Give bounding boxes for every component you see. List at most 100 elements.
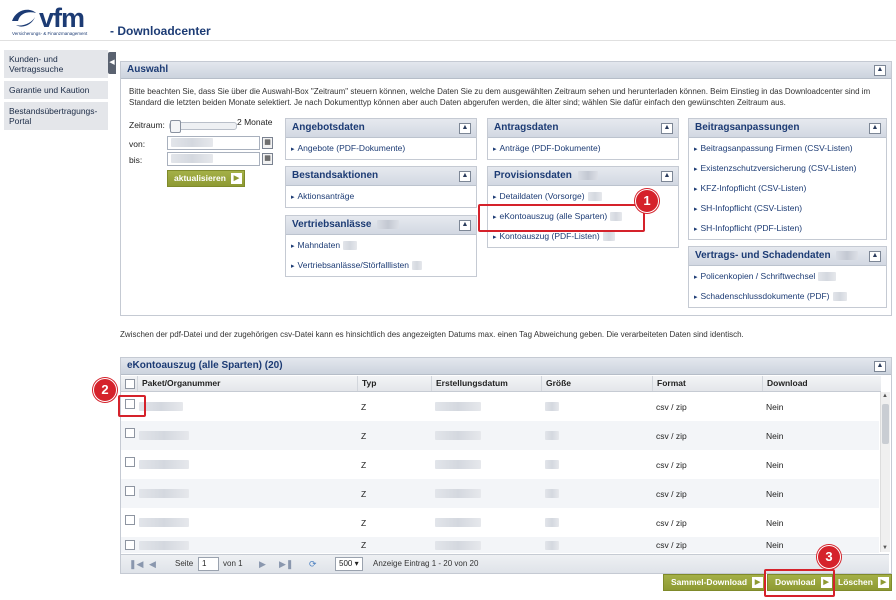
row-checkbox[interactable] xyxy=(125,428,135,438)
table-header-row: Paket/Organummer Typ Erstellungsdatum Gr… xyxy=(121,376,881,392)
page-title: - Downloadcenter xyxy=(110,24,211,38)
column-header-typ[interactable]: Typ xyxy=(357,376,429,391)
link-existenzschutz[interactable]: Existenzschutzversicherung (CSV-Listen) xyxy=(689,158,886,178)
app-header: vfm Versicherungs- & Finanzmanagement - … xyxy=(0,0,896,41)
table-row[interactable]: Z csv / zip Nein xyxy=(121,450,879,479)
redacted-text xyxy=(377,219,400,229)
date-value xyxy=(435,431,481,440)
category-beitragsanpassungen: Beitragsanpassungen ▲ Beitragsanpassung … xyxy=(688,118,887,240)
download-cell: Nein xyxy=(766,540,784,550)
bis-date-field[interactable]: ▦ xyxy=(167,152,273,166)
sidebar-item-garantie[interactable]: Garantie und Kaution xyxy=(4,81,108,99)
prev-page-icon[interactable]: ◀ xyxy=(149,558,156,570)
page-number-input[interactable]: 1 xyxy=(198,557,219,571)
redacted-text xyxy=(836,250,859,260)
category-vertrags-schadendaten: Vertrags- und Schadendaten ▲ Policenkopi… xyxy=(688,246,887,308)
collapse-icon[interactable]: ▲ xyxy=(459,123,471,134)
link-angebote-pdf[interactable]: Angebote (PDF-Dokumente) xyxy=(286,138,476,158)
sidebar-item-kundensuche[interactable]: Kunden- und Vertragssuche xyxy=(4,50,108,78)
link-schadenschlussdokumente[interactable]: Schadenschlussdokumente (PDF) xyxy=(689,286,886,306)
category-angebotsdaten: Angebotsdaten ▲ Angebote (PDF-Dokumente) xyxy=(285,118,477,160)
category-title: Bestandsaktionen xyxy=(292,170,379,181)
link-stoerfalllisten[interactable]: Vertriebsanlässe/Störfalllisten xyxy=(286,255,476,275)
bis-label: bis: xyxy=(129,155,143,165)
category-title: Vertriebsanlässe xyxy=(292,219,372,230)
typ-cell: Z xyxy=(361,489,367,499)
size-value xyxy=(545,431,559,440)
vfm-logo[interactable]: vfm Versicherungs- & Finanzmanagement xyxy=(10,3,105,37)
auswahl-collapse-icon[interactable]: ▲ xyxy=(874,65,886,76)
highlight-row-checkbox xyxy=(118,395,146,417)
link-policenkopien[interactable]: Policenkopien / Schriftwechsel xyxy=(689,266,886,286)
redacted-text xyxy=(602,232,615,242)
scrollbar-thumb[interactable] xyxy=(882,404,889,444)
date-value xyxy=(435,518,481,527)
download-cell: Nein xyxy=(766,431,784,441)
row-checkbox[interactable] xyxy=(125,457,135,467)
next-page-icon[interactable]: ▶ xyxy=(259,558,266,570)
column-header-format[interactable]: Format xyxy=(652,376,762,391)
page-size-select[interactable]: 500 ▾ xyxy=(335,557,363,571)
logo-text: vfm xyxy=(39,3,85,33)
link-beitragsanpassung-firmen[interactable]: Beitragsanpassung Firmen (CSV-Listen) xyxy=(689,138,886,158)
table-row[interactable]: Z csv / zip Nein xyxy=(121,479,879,508)
paket-value xyxy=(139,541,189,550)
link-kfz-infopflicht[interactable]: KFZ-Infopflicht (CSV-Listen) xyxy=(689,178,886,198)
column-header-paket[interactable]: Paket/Organummer xyxy=(137,376,357,391)
link-sh-infopflicht-pdf[interactable]: SH-Infopflicht (PDF-Listen) xyxy=(689,218,886,238)
row-checkbox[interactable] xyxy=(125,540,135,550)
format-cell: csv / zip xyxy=(656,460,687,470)
column-header-erstellungsdatum[interactable]: Erstellungsdatum xyxy=(431,376,541,391)
collapse-icon[interactable]: ▲ xyxy=(661,171,673,182)
link-aktionsantraege[interactable]: Aktionsanträge xyxy=(286,186,476,206)
table-scrollbar[interactable]: ▲ ▼ xyxy=(880,392,890,552)
table-row[interactable]: Z csv / zip Nein xyxy=(121,421,879,450)
select-all-checkbox[interactable] xyxy=(125,379,135,389)
bis-calendar-icon[interactable]: ▦ xyxy=(262,153,273,165)
zeitraum-slider-handle[interactable] xyxy=(170,120,181,133)
collapse-icon[interactable]: ▲ xyxy=(459,171,471,182)
column-header-groesse[interactable]: Größe xyxy=(541,376,651,391)
scroll-down-icon[interactable]: ▼ xyxy=(882,545,888,551)
category-header: Beitragsanpassungen ▲ xyxy=(689,119,886,138)
last-page-icon[interactable]: ▶❚ xyxy=(279,558,293,570)
sammel-download-button[interactable]: Sammel-Download ▶ xyxy=(663,574,767,591)
first-page-icon[interactable]: ❚◀ xyxy=(129,558,143,570)
download-cell: Nein xyxy=(766,518,784,528)
von-calendar-icon[interactable]: ▦ xyxy=(262,137,273,149)
sammel-download-label: Sammel-Download xyxy=(671,577,748,587)
loeschen-button[interactable]: Löschen ▶ xyxy=(832,574,892,591)
table-collapse-icon[interactable]: ▲ xyxy=(874,361,886,372)
refresh-icon[interactable]: ⟳ xyxy=(309,558,317,570)
download-cell: Nein xyxy=(766,402,784,412)
zeitraum-slider[interactable] xyxy=(169,120,237,133)
column-header-download[interactable]: Download xyxy=(762,376,873,391)
link-sh-infopflicht-csv[interactable]: SH-Infopflicht (CSV-Listen) xyxy=(689,198,886,218)
aktualisieren-button[interactable]: aktualisieren ▶ xyxy=(167,170,245,187)
category-bestandsaktionen: Bestandsaktionen ▲ Aktionsanträge xyxy=(285,166,477,208)
row-checkbox[interactable] xyxy=(125,486,135,496)
table-row[interactable]: Z csv / zip Nein xyxy=(121,392,879,421)
paket-value xyxy=(139,518,189,527)
scroll-up-icon[interactable]: ▲ xyxy=(882,393,888,399)
collapse-icon[interactable]: ▲ xyxy=(661,123,673,134)
auswahl-description: Bitte beachten Sie, dass Sie über die Au… xyxy=(129,87,871,107)
arrow-right-icon: ▶ xyxy=(230,173,242,184)
von-date-field[interactable]: ▦ xyxy=(167,136,273,150)
collapse-icon[interactable]: ▲ xyxy=(869,251,881,262)
category-header: Angebotsdaten ▲ xyxy=(286,119,476,138)
collapse-icon[interactable]: ▲ xyxy=(869,123,881,134)
format-cell: csv / zip xyxy=(656,431,687,441)
link-mahndaten[interactable]: Mahndaten xyxy=(286,235,476,255)
sidebar-item-bestandsuebertragung[interactable]: Bestandsübertragungs-Portal xyxy=(4,102,108,130)
sidebar-collapse-button[interactable]: ◀ xyxy=(108,52,116,74)
collapse-icon[interactable]: ▲ xyxy=(459,220,471,231)
row-checkbox[interactable] xyxy=(125,515,135,525)
page-size-value: 500 xyxy=(339,559,353,568)
link-antraege-pdf[interactable]: Anträge (PDF-Dokumente) xyxy=(488,138,678,158)
paket-value xyxy=(139,460,189,469)
table-row[interactable]: Z csv / zip Nein xyxy=(121,508,879,537)
table-row[interactable]: Z csv / zip Nein xyxy=(121,537,879,553)
category-header: Antragsdaten ▲ xyxy=(488,119,678,138)
typ-cell: Z xyxy=(361,431,367,441)
